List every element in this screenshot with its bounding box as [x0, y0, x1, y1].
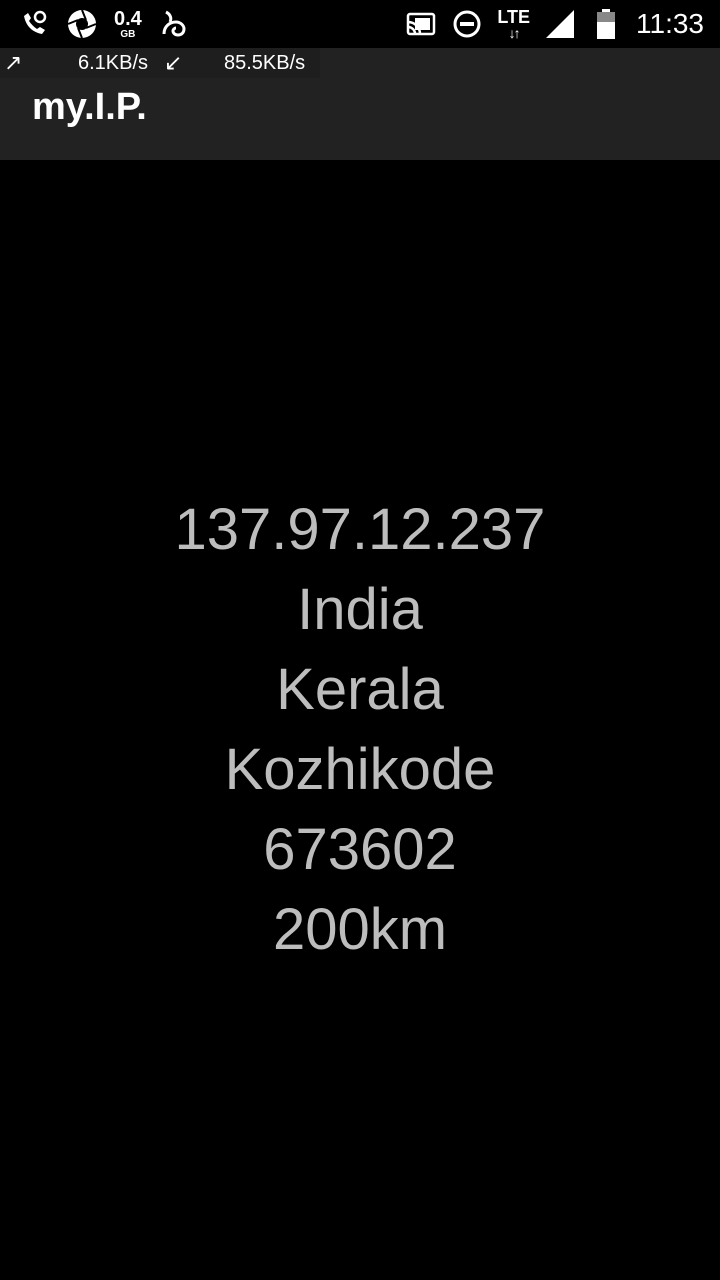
network-type-label: LTE: [497, 7, 530, 27]
ip-address: 137.97.12.237: [174, 497, 546, 562]
postal-code: 673602: [263, 817, 457, 882]
cast-icon: [405, 8, 437, 40]
data-usage-value: 0.4: [114, 7, 142, 30]
status-bar-right: LTE ↓↑ 11:33: [405, 6, 704, 42]
distance: 200km: [272, 897, 448, 962]
app-title: my.I.P.: [32, 86, 147, 128]
upload-speed: 6.1KB/s: [78, 52, 149, 74]
status-bar-left: 0.4 GB: [18, 6, 190, 42]
network-arrows: ↓↑: [508, 25, 521, 41]
battery-icon: [590, 8, 622, 40]
aperture-icon: [66, 8, 98, 40]
download-speed: 85.5KB/s: [224, 52, 306, 74]
data-usage-unit: GB: [120, 28, 136, 40]
region: Kerala: [276, 657, 444, 722]
signal-icon: [544, 8, 576, 40]
do-not-disturb-icon: [451, 8, 483, 40]
status-bar: 0.4 GB LTE ↓↑ 11:33: [0, 0, 720, 48]
cellular-call-icon: [18, 8, 50, 40]
network-speed-overlay: ↗ 6.1KB/s ↙ 85.5KB/s: [0, 48, 320, 78]
status-bar-clock: 11:33: [636, 8, 704, 39]
lte-icon: LTE ↓↑: [497, 8, 530, 40]
upload-arrow-icon: ↗: [4, 50, 23, 75]
ip-info-list: 137.97.12.237 India Kerala Kozhikode 673…: [0, 490, 720, 970]
main-content: 137.97.12.237 India Kerala Kozhikode 673…: [0, 160, 720, 1280]
city: Kozhikode: [224, 737, 496, 802]
uc-browser-icon: [158, 8, 190, 40]
download-arrow-icon: ↙: [164, 50, 183, 75]
country: India: [297, 577, 423, 642]
data-usage-icon: 0.4 GB: [114, 9, 142, 40]
